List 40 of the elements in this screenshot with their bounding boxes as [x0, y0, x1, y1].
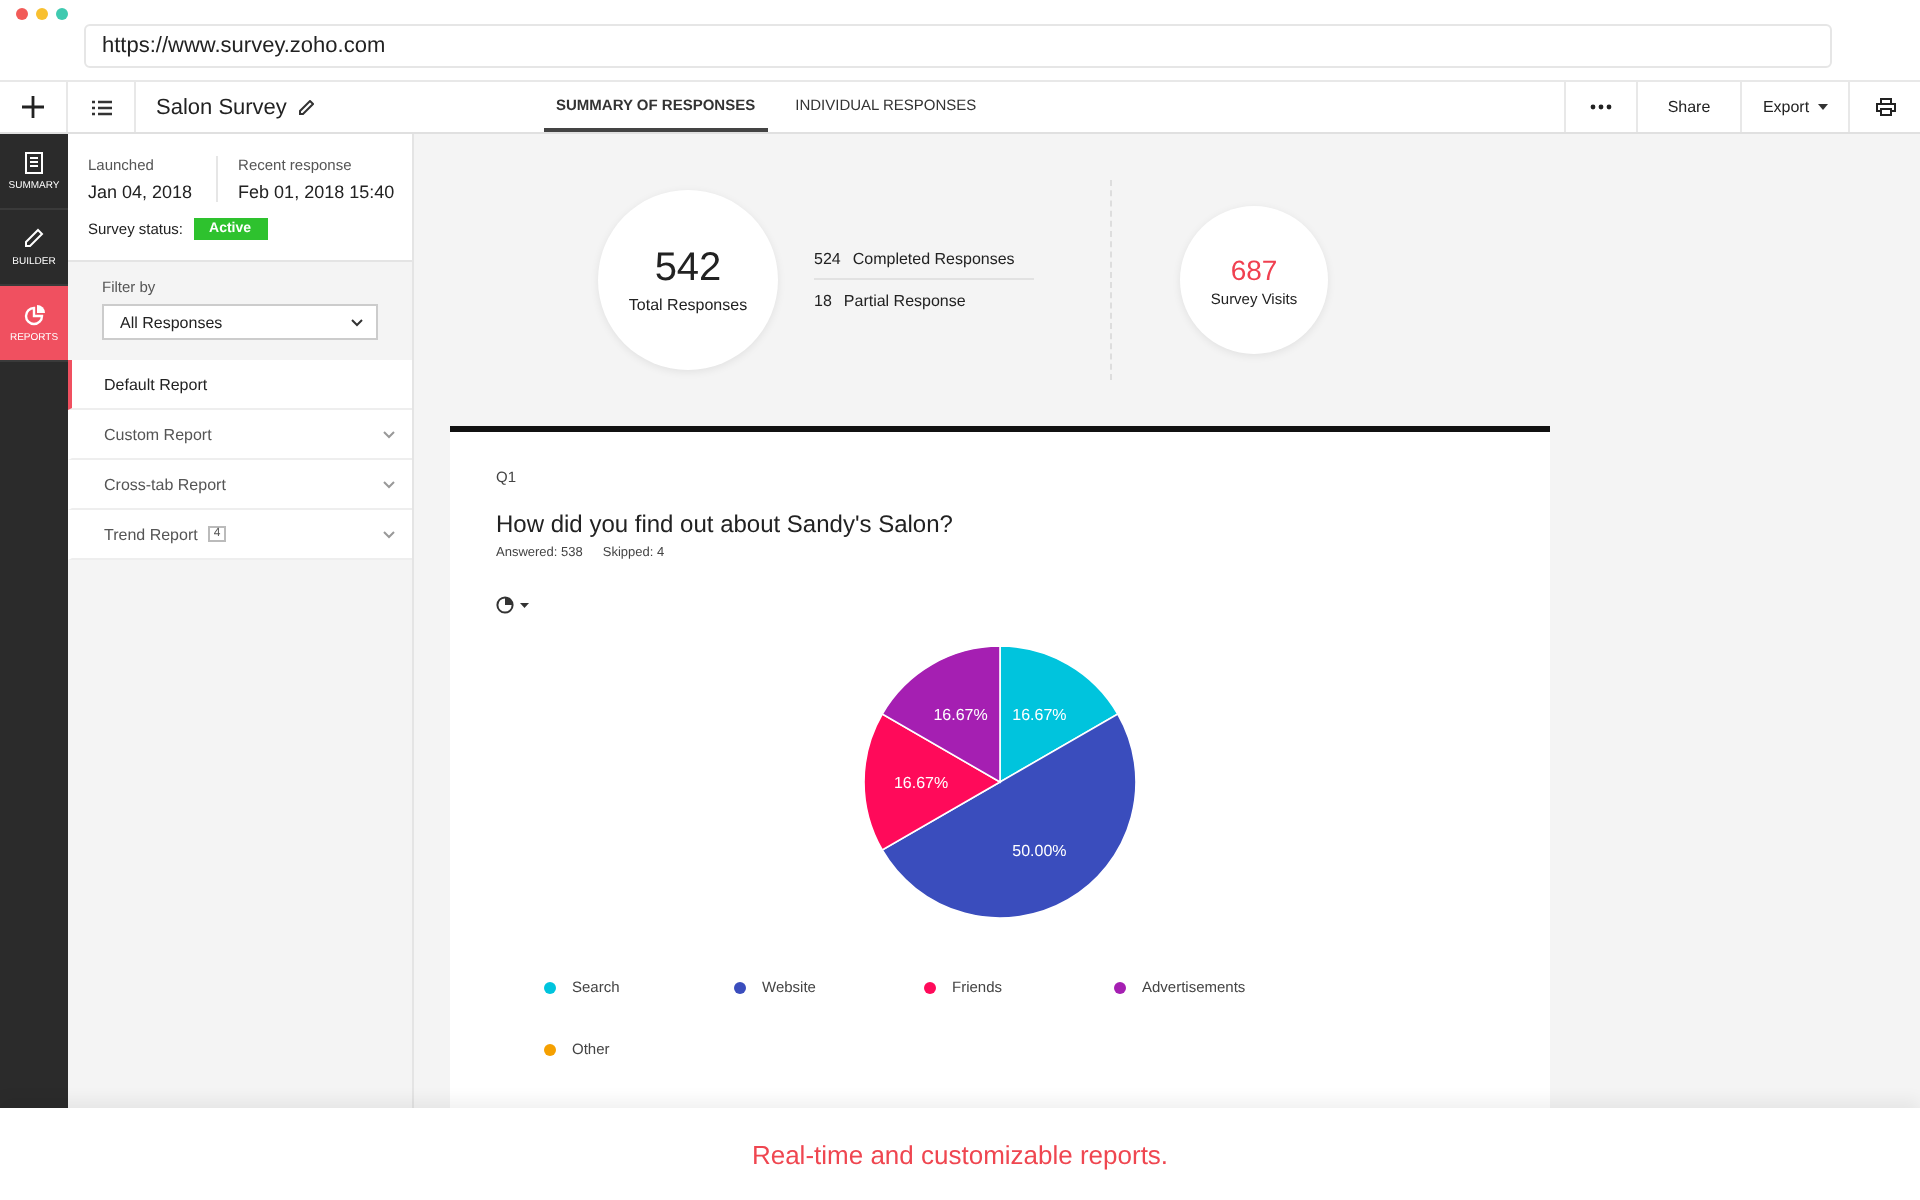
total-label: Total Responses — [628, 296, 748, 314]
report-item[interactable]: Cross-tab Report — [68, 460, 412, 510]
slice-label: 50.00% — [1012, 842, 1067, 861]
report-label: Custom Report — [104, 425, 212, 443]
menu-icon — [91, 99, 111, 115]
print-icon[interactable] — [1875, 98, 1895, 116]
slice-label: 16.67% — [894, 774, 949, 792]
report-item[interactable]: Custom Report — [68, 410, 412, 460]
more-icon[interactable] — [1590, 104, 1612, 110]
address-bar[interactable]: https://www.survey.zoho.com — [84, 24, 1832, 68]
report-label: Cross-tab Report — [104, 475, 226, 493]
caption: Real-time and customizable reports. — [751, 1139, 1169, 1169]
close-dot[interactable] — [16, 8, 28, 20]
minimize-dot[interactable] — [36, 8, 48, 20]
total-count: 542 — [654, 246, 722, 292]
partial-label: Partial Response — [843, 291, 966, 309]
field-value: Jan 04, 2018 — [88, 182, 193, 202]
completed-count: 524 — [814, 250, 841, 268]
filter-dropdown[interactable]: All Responses — [102, 304, 378, 340]
pie-chart-icon — [23, 303, 45, 325]
field-value: Feb 01, 2018 15:40 — [238, 182, 395, 202]
maximize-dot[interactable] — [56, 8, 68, 20]
partial-count: 18 — [814, 291, 832, 309]
pencil-icon — [24, 227, 44, 249]
chart-type-icon[interactable] — [496, 596, 530, 614]
pencil-icon[interactable] — [298, 99, 315, 115]
slice-label: 16.67% — [933, 705, 988, 724]
report-label: Default Report — [104, 375, 208, 393]
document-icon — [24, 151, 44, 173]
caret-down-icon — [1817, 104, 1828, 110]
share-button[interactable]: Share — [1636, 82, 1740, 132]
export-dropdown[interactable]: Export — [1740, 82, 1848, 132]
survey-title: Salon Survey — [156, 95, 287, 119]
completed-label: Completed Responses — [852, 250, 1015, 268]
report-label: Trend Report — [104, 525, 198, 543]
visits-count: 687 — [1230, 253, 1278, 285]
slice-label: 16.67% — [1012, 705, 1067, 724]
plus-icon — [22, 96, 44, 118]
question-text: How did you find out about Sandy's Salon? — [496, 510, 955, 538]
chevron-down-icon — [350, 317, 364, 327]
